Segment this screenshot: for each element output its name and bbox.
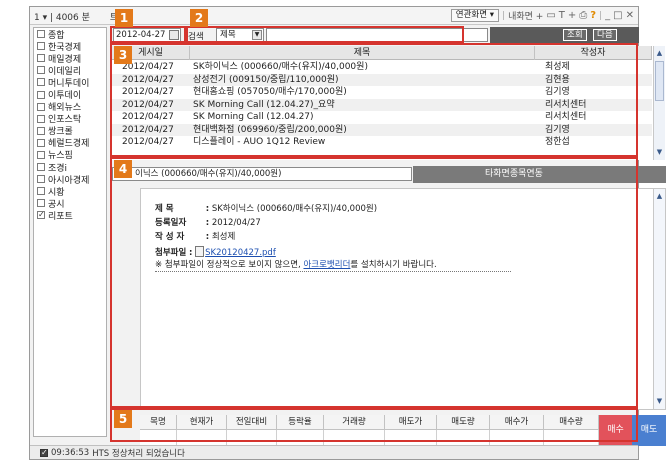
- source-item[interactable]: 아시아경제: [34, 173, 106, 185]
- print-icon[interactable]: ⎙: [579, 10, 587, 21]
- source-item[interactable]: 쌍크롤: [34, 125, 106, 137]
- inquire-button[interactable]: 조회: [563, 29, 587, 41]
- news-source-list: 종합 한국경제 매일경제 이데일리 머니투데이 이투데이 해외뉴스 인포스탁 쌍…: [33, 27, 107, 437]
- scroll-down-icon[interactable]: ▼: [654, 396, 665, 407]
- help-icon[interactable]: ?: [590, 10, 596, 21]
- checkbox[interactable]: [37, 66, 45, 75]
- list-scrollbar[interactable]: ▲ ▼: [653, 46, 665, 160]
- source-item[interactable]: 이데일리: [34, 64, 106, 76]
- callout-frame-4: [110, 157, 638, 408]
- callout-frame-1: [110, 26, 186, 43]
- source-item[interactable]: 종합: [34, 28, 106, 40]
- checkbox-checked[interactable]: ✓: [37, 211, 45, 220]
- maximize-icon[interactable]: □: [613, 10, 622, 21]
- callout-frame-5: [110, 408, 638, 442]
- window-title: 1 ▾ | 4006 분트: [34, 10, 118, 23]
- source-item[interactable]: 한국경제: [34, 40, 106, 52]
- callout-frame-3: [110, 43, 638, 157]
- checkbox[interactable]: [37, 114, 45, 123]
- callout-badge-4: 4: [114, 160, 132, 178]
- close-icon[interactable]: ✕: [626, 10, 634, 21]
- callout-badge-1: 1: [115, 9, 133, 27]
- source-item[interactable]: 머니투데이: [34, 76, 106, 88]
- checkbox[interactable]: [37, 78, 45, 87]
- checkbox[interactable]: [37, 54, 45, 63]
- checkbox[interactable]: [37, 90, 45, 99]
- scroll-up-icon[interactable]: ▲: [654, 191, 665, 202]
- plus-icon[interactable]: +: [568, 10, 576, 21]
- scroll-up-icon[interactable]: ▲: [654, 48, 665, 59]
- scroll-down-icon[interactable]: ▼: [654, 147, 665, 158]
- source-item[interactable]: 해외뉴스: [34, 101, 106, 113]
- callout-frame-2: [186, 26, 464, 43]
- scroll-thumb[interactable]: [655, 61, 664, 101]
- source-item[interactable]: 매일경제: [34, 52, 106, 64]
- checkbox[interactable]: [37, 30, 45, 39]
- checkbox[interactable]: [37, 163, 45, 172]
- linked-screen-button[interactable]: 연관화면 ▾: [450, 9, 500, 22]
- callout-badge-5: 5: [114, 410, 132, 428]
- source-item[interactable]: 이투데이: [34, 88, 106, 101]
- source-item-report[interactable]: ✓ 리포트: [34, 209, 106, 222]
- source-item[interactable]: 뉴스핌: [34, 149, 106, 161]
- source-item[interactable]: 시황: [34, 185, 106, 197]
- checkbox[interactable]: [37, 138, 45, 147]
- source-item[interactable]: 공시: [34, 197, 106, 209]
- minimize-icon[interactable]: _: [605, 10, 610, 21]
- checkbox[interactable]: [37, 150, 45, 159]
- checkbox[interactable]: [37, 187, 45, 196]
- status-check-icon: ✓: [40, 448, 48, 457]
- source-item[interactable]: 인포스탁: [34, 113, 106, 125]
- detail-scrollbar[interactable]: ▲ ▼: [653, 189, 665, 409]
- text-icon[interactable]: T: [559, 10, 565, 21]
- checkbox[interactable]: [37, 42, 45, 51]
- checkbox[interactable]: [37, 102, 45, 111]
- status-time: 09:36:53: [51, 448, 90, 458]
- next-button[interactable]: 다음: [593, 29, 617, 41]
- status-bar: ✓ 09:36:53 HTS 정상처리 되었습니다: [30, 445, 638, 459]
- window-title-prefix[interactable]: 1 ▾ | 4006 분: [34, 13, 90, 23]
- monitor-icon[interactable]: ▭: [546, 10, 555, 21]
- checkbox[interactable]: [37, 175, 45, 184]
- checkbox[interactable]: [37, 126, 45, 135]
- source-item[interactable]: 헤럴드경제: [34, 137, 106, 149]
- callout-badge-2: 2: [190, 9, 208, 27]
- source-item[interactable]: 조경i: [34, 161, 106, 173]
- checkbox[interactable]: [37, 199, 45, 208]
- status-message: HTS 정상처리 되었습니다: [92, 449, 185, 459]
- my-screen-button[interactable]: 내화면 +: [508, 9, 543, 22]
- callout-badge-3: 3: [114, 46, 132, 64]
